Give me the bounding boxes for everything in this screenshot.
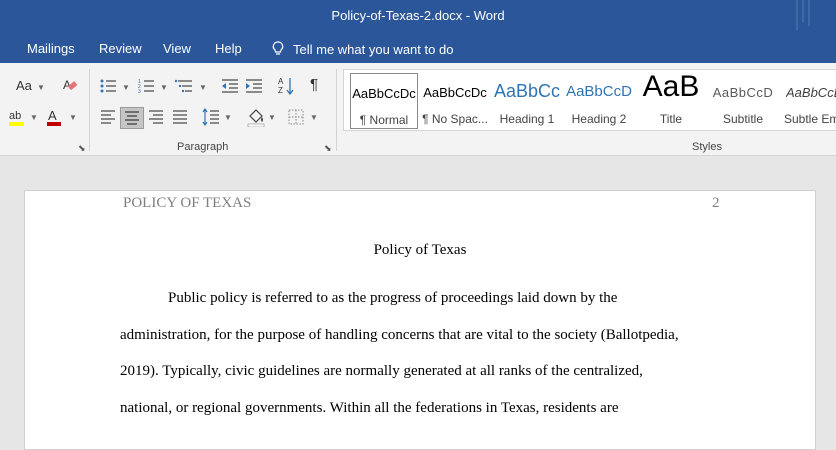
tab-mailings[interactable]: Mailings xyxy=(27,41,75,56)
show-formatting-marks-icon[interactable]: ¶ xyxy=(310,77,318,92)
justify-icon[interactable] xyxy=(172,110,188,124)
numbering-icon[interactable]: 1 2 3 xyxy=(138,78,156,94)
decorative-pattern xyxy=(796,0,810,30)
page-number: 2 xyxy=(712,195,720,211)
title-bar: Policy-of-Texas-2.docx - Word xyxy=(0,0,836,34)
shading-icon[interactable] xyxy=(246,107,266,127)
ribbon: Aa ▼ A ab ▼ A ▼ ▼ 1 2 3 ▼ ▼ A Z ¶ ▼ ▼ ▼ … xyxy=(0,63,836,156)
change-case-button[interactable]: Aa xyxy=(16,79,32,93)
style-heading-2[interactable]: AaBbCcD Heading 2 xyxy=(566,73,632,129)
document-area: POLICY OF TEXAS 2 Policy of Texas Public… xyxy=(0,157,836,450)
svg-text:ab: ab xyxy=(9,110,21,122)
body-text-line: administration, for the purpose of handl… xyxy=(120,327,679,343)
svg-text:A: A xyxy=(278,77,284,86)
clear-formatting-icon[interactable]: A xyxy=(62,77,78,93)
chevron-down-icon[interactable]: ▼ xyxy=(37,83,45,92)
tab-help[interactable]: Help xyxy=(215,41,242,56)
svg-text:Z: Z xyxy=(278,86,283,95)
chevron-down-icon[interactable]: ▼ xyxy=(30,113,38,122)
align-center-icon xyxy=(125,111,139,125)
increase-indent-icon[interactable] xyxy=(245,78,263,94)
chevron-down-icon[interactable]: ▼ xyxy=(199,83,207,92)
document-page[interactable]: POLICY OF TEXAS 2 Policy of Texas Public… xyxy=(24,190,816,450)
paragraph-group-label: Paragraph xyxy=(177,141,229,153)
chevron-down-icon[interactable]: ▼ xyxy=(122,83,130,92)
body-text-line: Public policy is referred to as the prog… xyxy=(168,290,618,306)
styles-group-label: Styles xyxy=(692,141,722,153)
align-center-button[interactable] xyxy=(120,107,144,129)
tell-me-search[interactable]: Tell me what you want to do xyxy=(272,41,453,57)
multilevel-list-icon[interactable] xyxy=(175,78,195,94)
tab-review[interactable]: Review xyxy=(99,41,142,56)
align-right-icon[interactable] xyxy=(148,110,164,124)
style-title[interactable]: AaB Title xyxy=(638,70,704,129)
borders-icon[interactable] xyxy=(288,109,304,125)
sort-icon[interactable]: A Z xyxy=(278,76,294,96)
window-title: Policy-of-Texas-2.docx - Word xyxy=(331,8,505,23)
style-subtitle[interactable]: AaBbCcD Subtitle xyxy=(710,73,776,129)
font-dialog-launcher-icon[interactable]: ⬊ xyxy=(78,143,86,154)
group-separator xyxy=(89,69,90,151)
paragraph-dialog-launcher-icon[interactable]: ⬊ xyxy=(324,143,332,154)
style-normal[interactable]: AaBbCcDc ¶ Normal xyxy=(350,73,418,129)
lightbulb-icon xyxy=(272,41,284,55)
tell-me-label: Tell me what you want to do xyxy=(293,41,454,57)
group-separator xyxy=(336,69,337,151)
align-left-icon[interactable] xyxy=(100,110,116,124)
ribbon-tab-bar: Mailings Review View Help Tell me what y… xyxy=(0,34,836,63)
tab-view[interactable]: View xyxy=(163,41,191,56)
body-text-line: 2019). Typically, civic guidelines are n… xyxy=(120,363,643,379)
chevron-down-icon[interactable]: ▼ xyxy=(160,83,168,92)
chevron-down-icon[interactable]: ▼ xyxy=(268,113,276,122)
style-heading-1[interactable]: AaBbCc Heading 1 xyxy=(494,73,560,129)
svg-text:A: A xyxy=(48,108,57,123)
chevron-down-icon[interactable]: ▼ xyxy=(224,113,232,122)
style-subtle-emphasis[interactable]: AaBbCcL Subtle Em xyxy=(782,73,836,129)
page-header-text: POLICY OF TEXAS xyxy=(123,195,252,211)
highlighter-icon[interactable]: ab xyxy=(8,108,26,126)
bullets-icon[interactable] xyxy=(100,78,118,94)
decrease-indent-icon[interactable] xyxy=(221,78,239,94)
line-spacing-icon[interactable] xyxy=(202,108,220,126)
font-color-icon[interactable]: A xyxy=(46,108,62,126)
styles-gallery: AaBbCcDc ¶ Normal AaBbCcDc ¶ No Spac... … xyxy=(343,69,836,131)
body-text-line: national, or regional governments. Withi… xyxy=(120,400,619,416)
svg-text:3: 3 xyxy=(138,89,141,94)
chevron-down-icon[interactable]: ▼ xyxy=(69,113,77,122)
chevron-down-icon[interactable]: ▼ xyxy=(310,113,318,122)
style-no-spacing[interactable]: AaBbCcDc ¶ No Spac... xyxy=(421,73,489,129)
document-title: Policy of Texas xyxy=(373,242,467,258)
